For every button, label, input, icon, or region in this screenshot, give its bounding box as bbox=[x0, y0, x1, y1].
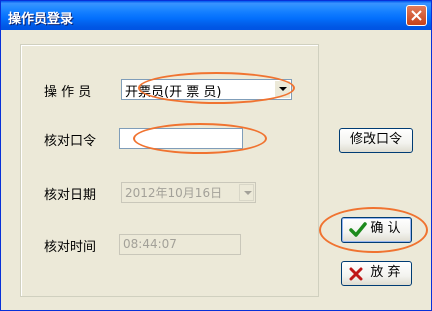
time-field: 08:44:07 bbox=[119, 234, 241, 255]
chevron-down-icon bbox=[239, 184, 254, 201]
date-label: 核对日期 bbox=[44, 188, 97, 203]
title-bar[interactable]: 操作员登录 bbox=[1, 1, 431, 30]
date-picker: 2012年10月16日 bbox=[121, 182, 256, 203]
change-password-button[interactable]: 修改口令 bbox=[339, 128, 413, 153]
cancel-x-icon bbox=[349, 267, 363, 289]
confirm-button[interactable]: 确 认 bbox=[341, 217, 412, 243]
chevron-down-icon[interactable] bbox=[275, 81, 290, 98]
login-dialog: 操作员登录 操 作 员 开票员(开 票 员) 核对口令 核对日期 2012年10… bbox=[0, 0, 432, 311]
password-input[interactable] bbox=[119, 128, 243, 149]
checkmark-icon bbox=[349, 222, 367, 246]
close-icon bbox=[411, 10, 422, 21]
dialog-title: 操作员登录 bbox=[8, 12, 74, 27]
operator-select[interactable]: 开票员(开 票 员) bbox=[121, 79, 292, 100]
close-button[interactable] bbox=[406, 5, 427, 26]
date-value: 2012年10月16日 bbox=[125, 186, 223, 200]
operator-label: 操 作 员 bbox=[44, 85, 92, 100]
change-password-label: 修改口令 bbox=[349, 132, 402, 147]
operator-selected-value: 开票员(开 票 员) bbox=[125, 85, 222, 100]
cancel-button[interactable]: 放 弃 bbox=[341, 261, 412, 286]
time-value: 08:44:07 bbox=[123, 237, 177, 251]
dialog-body: 操 作 员 开票员(开 票 员) 核对口令 核对日期 2012年10月16日 核… bbox=[4, 30, 428, 309]
password-label: 核对口令 bbox=[44, 134, 97, 149]
time-label: 核对时间 bbox=[44, 240, 97, 255]
